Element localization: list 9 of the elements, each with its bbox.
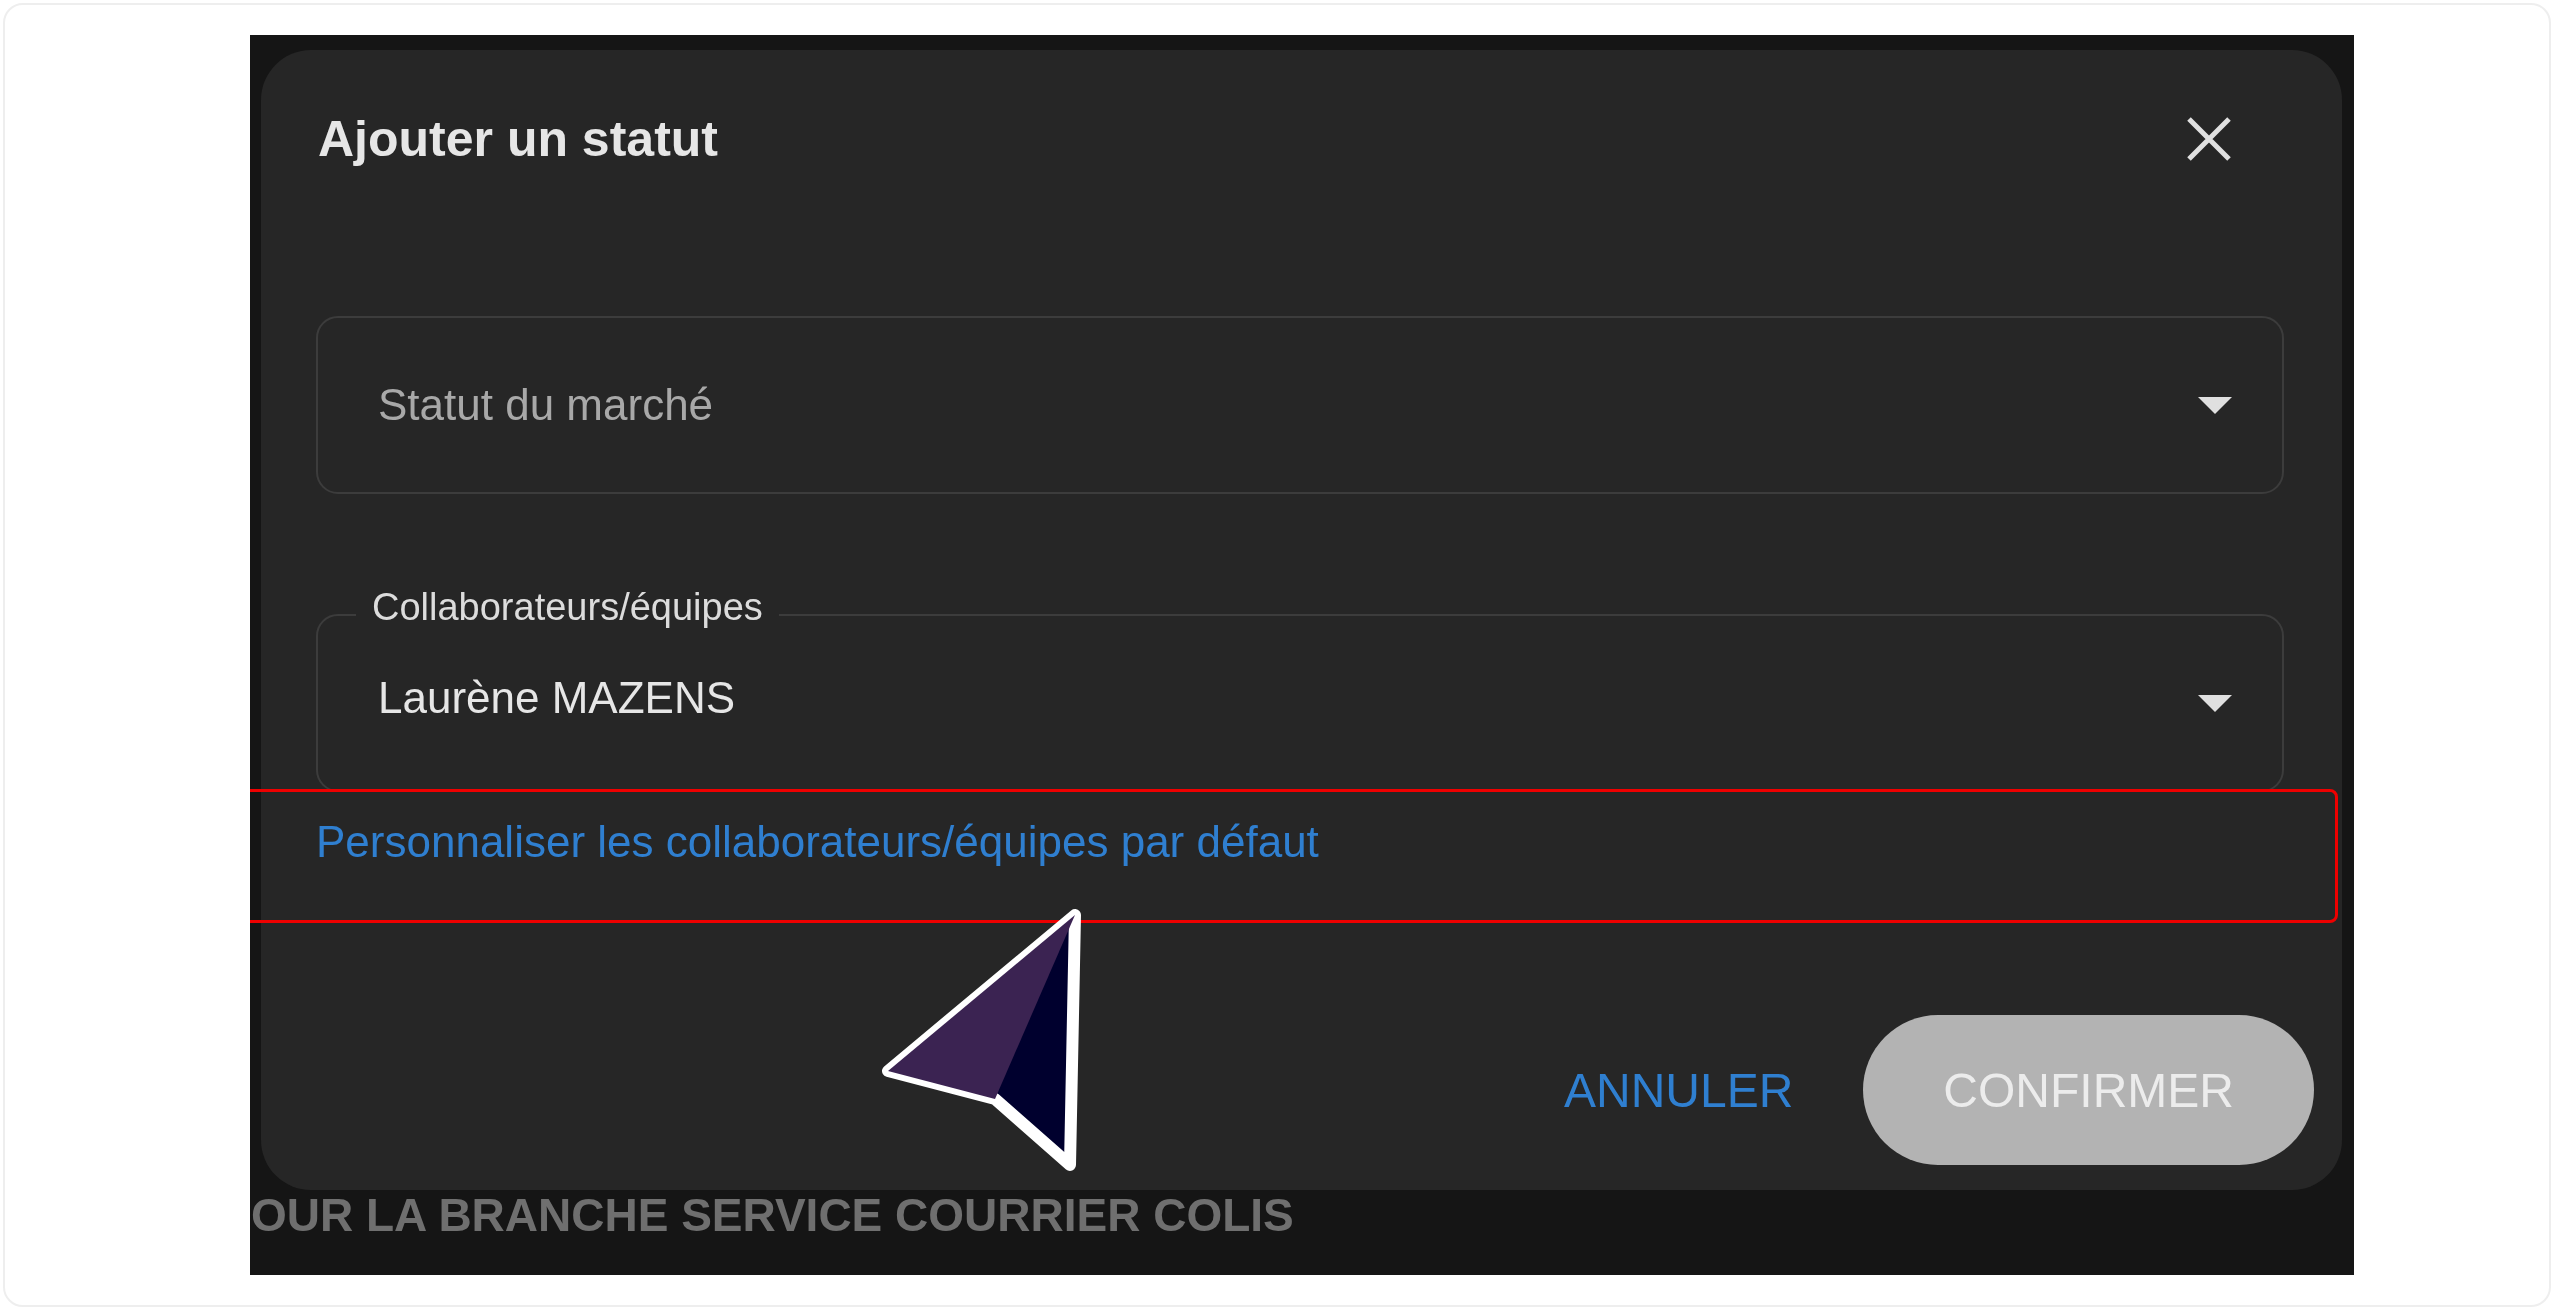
caret-icon xyxy=(2198,396,2232,414)
default-collaborators-link[interactable]: Personnaliser les collaborateurs/équipes par défaut xyxy=(316,817,1319,866)
background-heading: OUR LA BRANCHE SERVICE COURRIER COLIS xyxy=(251,1188,1295,1242)
select-field[interactable]: Statut du marché xyxy=(316,316,2284,494)
field-value: Laurène MAZENS xyxy=(378,673,737,723)
caret-icon xyxy=(2198,694,2232,712)
field-placeholder: Statut du marché xyxy=(378,380,715,430)
dialog-title: Ajouter un statut xyxy=(318,110,718,168)
cancel-button[interactable]: ANNULER xyxy=(1543,1042,1814,1138)
